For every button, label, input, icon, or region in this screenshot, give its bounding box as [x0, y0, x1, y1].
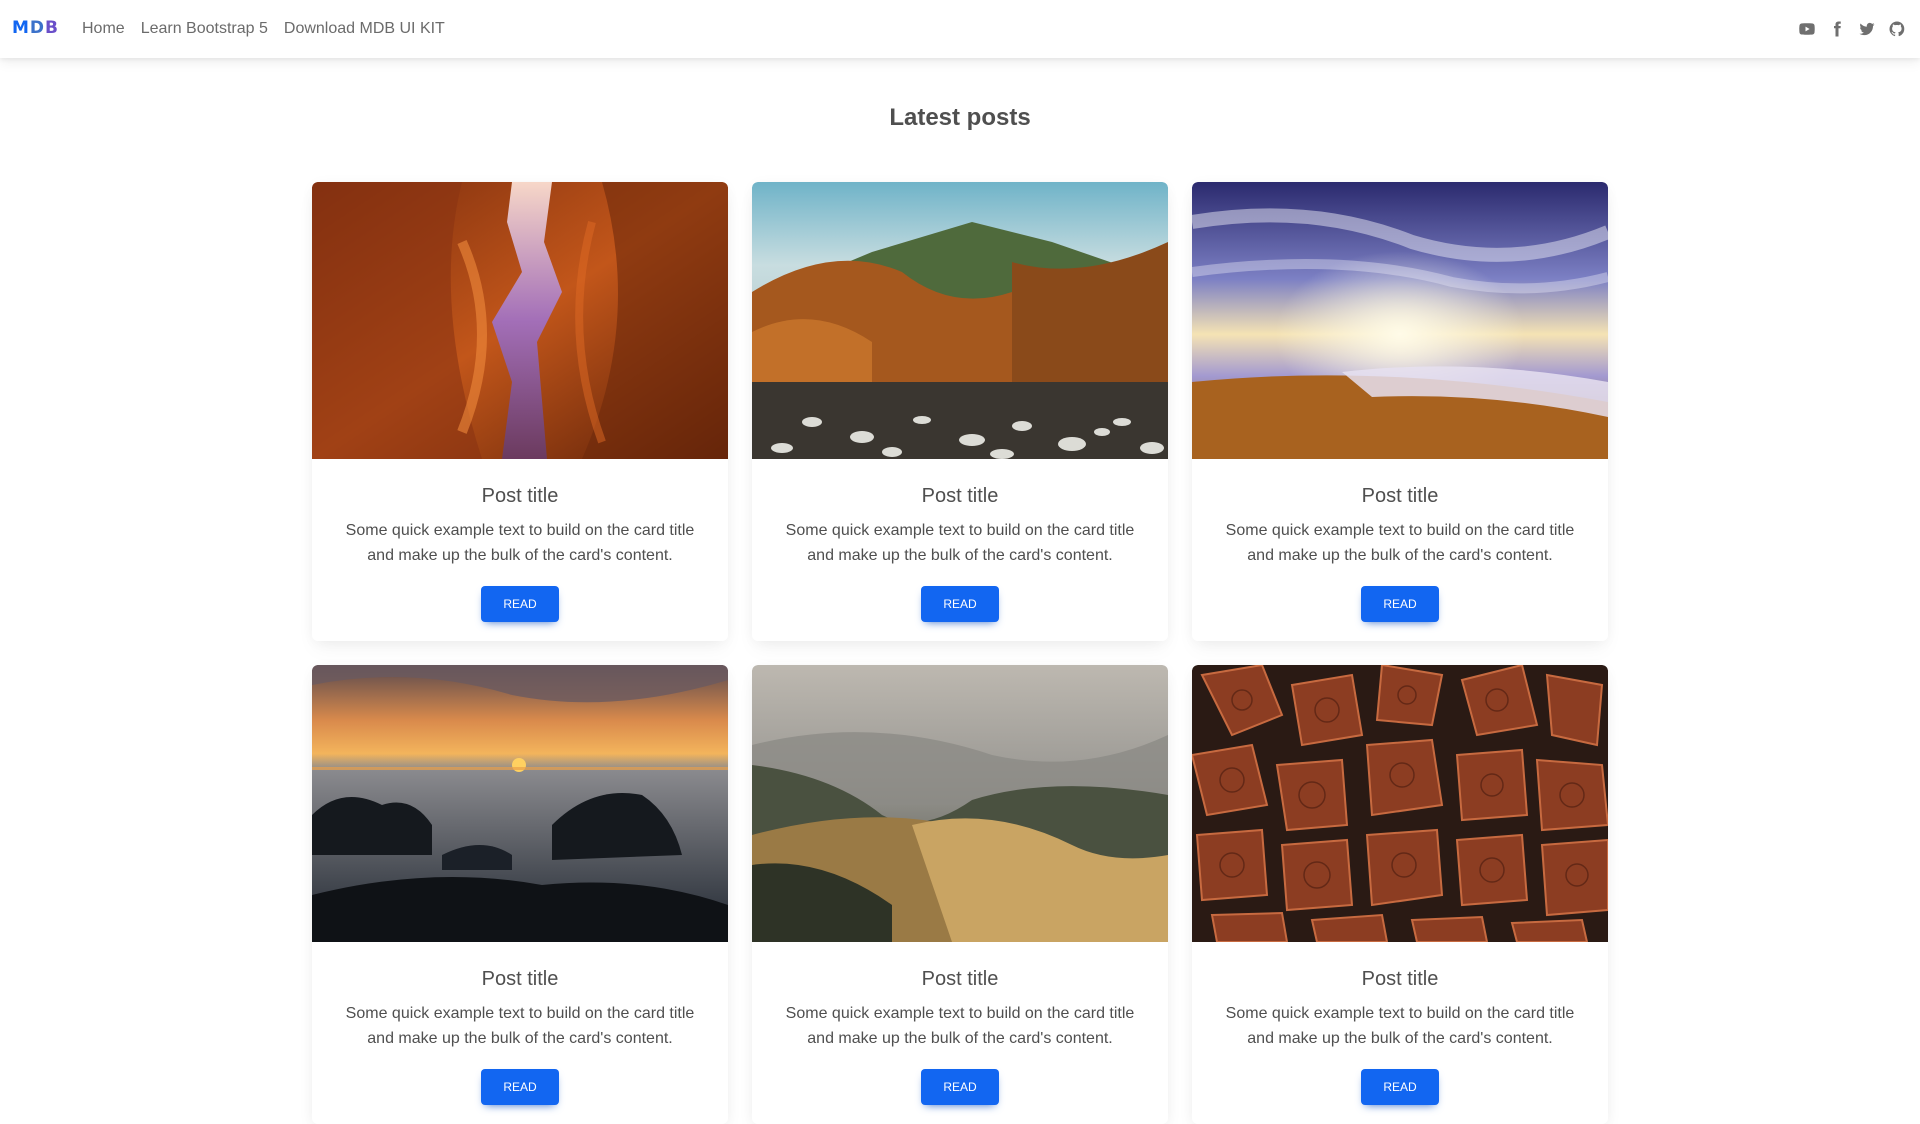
card-body: Post title Some quick example text to bu… [312, 459, 728, 622]
post-title: Post title [481, 485, 559, 507]
brand-letter-d: D [29, 18, 46, 38]
post-card[interactable]: Post title Some quick example text to bu… [752, 665, 1168, 1124]
nav-link-download-mdb[interactable]: Download MDB UI KIT [284, 20, 445, 38]
autumn-forest-river-photo [752, 182, 1168, 459]
post-card[interactable]: Post title Some quick example text to bu… [312, 665, 728, 1124]
post-title: Post title [1361, 968, 1439, 990]
card-body: Post title Some quick example text to bu… [312, 942, 728, 1105]
sea-rocks-sunset-photo [312, 665, 728, 942]
brand-letter-m: M [12, 18, 30, 38]
youtube-icon[interactable] [1798, 20, 1816, 38]
card-body: Post title Some quick example text to bu… [752, 459, 1168, 622]
post-excerpt: Some quick example text to build on the … [1225, 1005, 1575, 1047]
social-links [1798, 0, 1906, 58]
post-title: Post title [1361, 485, 1439, 507]
post-card[interactable]: Post title Some quick example text to bu… [1192, 665, 1608, 1124]
nav-link-home[interactable]: Home [82, 20, 125, 38]
read-button[interactable]: Read [481, 1069, 559, 1105]
card-body: Post title Some quick example text to bu… [1192, 942, 1608, 1105]
brand-letter-b: B [45, 18, 60, 38]
nav-links: Home Learn Bootstrap 5 Download MDB UI K… [82, 0, 445, 58]
post-title: Post title [921, 968, 999, 990]
card-body: Post title Some quick example text to bu… [1192, 459, 1608, 622]
brand-logo[interactable]: M D B [12, 17, 59, 39]
github-icon[interactable] [1888, 20, 1906, 38]
posts-grid: Post title Some quick example text to bu… [312, 182, 1608, 1124]
post-card[interactable]: Post title Some quick example text to bu… [752, 182, 1168, 641]
post-excerpt: Some quick example text to build on the … [785, 1005, 1135, 1047]
canyon-photo [312, 182, 728, 459]
read-button[interactable]: Read [481, 586, 559, 622]
read-button[interactable]: Read [1361, 1069, 1439, 1105]
misty-hills-photo [752, 665, 1168, 942]
page-title: Latest posts [889, 104, 1031, 131]
twitter-icon[interactable] [1858, 20, 1876, 38]
firewood-logs-photo [1192, 665, 1608, 942]
read-button[interactable]: Read [1361, 586, 1439, 622]
post-card[interactable]: Post title Some quick example text to bu… [1192, 182, 1608, 641]
card-body: Post title Some quick example text to bu… [752, 942, 1168, 1105]
beach-sunset-photo [1192, 182, 1608, 459]
post-excerpt: Some quick example text to build on the … [345, 522, 695, 564]
nav-link-learn-bootstrap[interactable]: Learn Bootstrap 5 [141, 20, 268, 38]
post-title: Post title [921, 485, 999, 507]
facebook-icon[interactable] [1828, 20, 1846, 38]
post-card[interactable]: Post title Some quick example text to bu… [312, 182, 728, 641]
post-excerpt: Some quick example text to build on the … [345, 1005, 695, 1047]
post-excerpt: Some quick example text to build on the … [785, 522, 1135, 564]
read-button[interactable]: Read [921, 1069, 999, 1105]
top-navbar: M D B Home Learn Bootstrap 5 Download MD… [0, 0, 1920, 58]
post-excerpt: Some quick example text to build on the … [1225, 522, 1575, 564]
post-title: Post title [481, 968, 559, 990]
read-button[interactable]: Read [921, 586, 999, 622]
